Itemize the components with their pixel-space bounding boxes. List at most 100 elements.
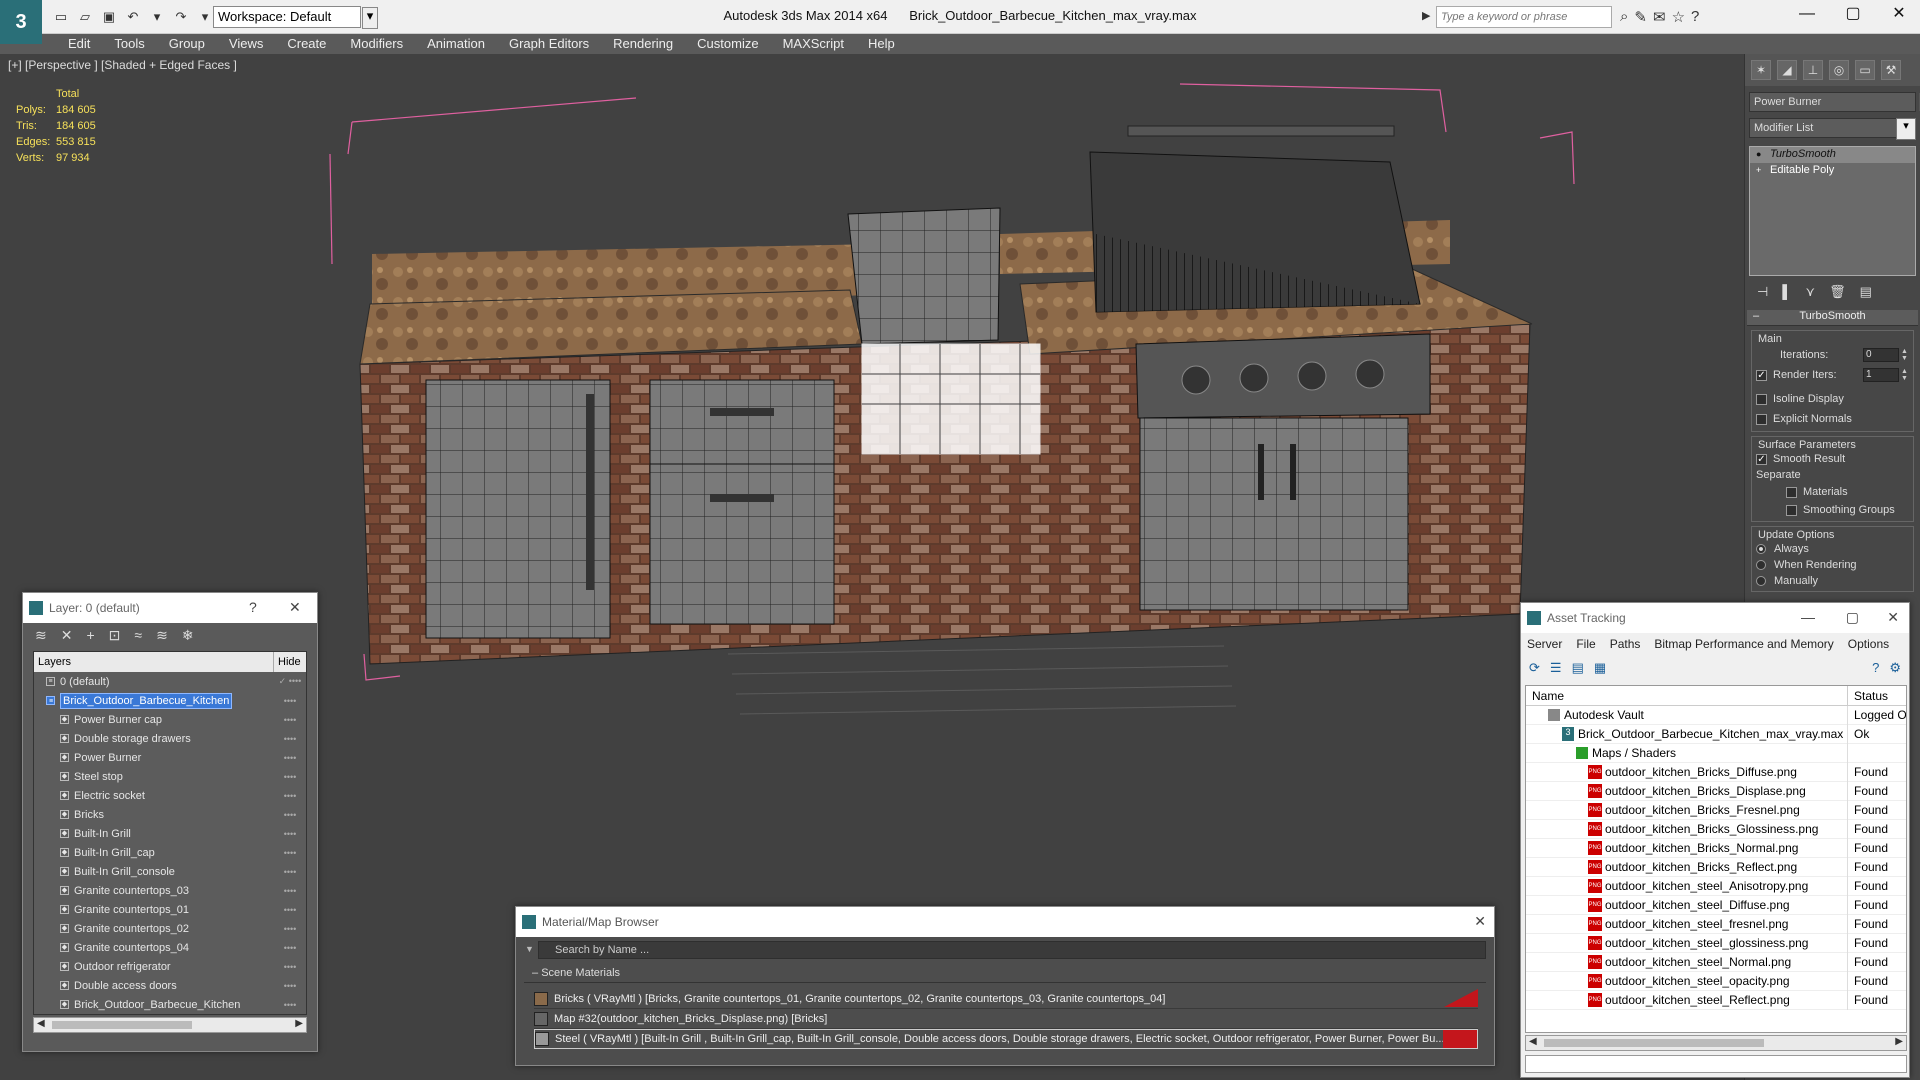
asset-row[interactable]: PNG outdoor_kitchen_steel_Normal.png Found <box>1526 952 1906 972</box>
detail-view-icon[interactable]: ▤ <box>1572 660 1584 678</box>
undo-dropdown-icon[interactable]: ▾ <box>148 8 166 26</box>
asset-settings-icon[interactable]: ⚙ <box>1889 660 1901 678</box>
layer-help-button[interactable]: ? <box>249 599 257 615</box>
redo-dropdown-icon[interactable]: ▾ <box>196 8 214 26</box>
search-input[interactable]: Type a keyword or phrase <box>1436 6 1612 28</box>
hide-toggle[interactable]: •••• <box>274 848 306 858</box>
asset-tracking-titlebar[interactable]: Asset Tracking — ▢ ✕ <box>1521 603 1909 633</box>
app-logo-icon[interactable]: 3 <box>0 0 42 44</box>
hide-column-header[interactable]: Hide <box>274 652 306 672</box>
asset-name-column[interactable]: Name <box>1526 686 1848 705</box>
make-unique-icon[interactable]: ⋎ <box>1806 284 1816 300</box>
workspace-select[interactable]: Workspace: Default <box>213 6 378 29</box>
create-layer-icon[interactable]: ≋ <box>35 627 47 645</box>
material-search-input[interactable]: Search by Name ... <box>525 941 1486 959</box>
hide-toggle[interactable]: •••• <box>274 715 306 725</box>
asset-row-max-file[interactable]: 3 Brick_Outdoor_Barbecue_Kitchen_max_vray… <box>1526 724 1906 744</box>
material-browser-close-button[interactable]: ✕ <box>1474 913 1486 930</box>
asset-row[interactable]: PNG outdoor_kitchen_steel_opacity.png Foun… <box>1526 971 1906 991</box>
freeze-all-icon[interactable]: ❄ <box>182 627 194 645</box>
new-file-icon[interactable]: ▭ <box>52 8 70 26</box>
modify-tab-icon[interactable]: ◢ <box>1777 60 1797 80</box>
menu-animation[interactable]: Animation <box>415 34 497 54</box>
close-icon[interactable]: ✕ <box>1876 0 1920 30</box>
undo-icon[interactable]: ↶ <box>124 8 142 26</box>
asset-menu-paths[interactable]: Paths <box>1610 637 1641 651</box>
menu-modifiers[interactable]: Modifiers <box>338 34 415 54</box>
hide-toggle[interactable]: •••• <box>274 1000 306 1010</box>
save-icon[interactable]: ▣ <box>100 8 118 26</box>
hide-toggle[interactable]: •••• <box>274 696 306 706</box>
layer-row[interactable]: ◆ Built-In Grill_console •••• <box>34 862 306 881</box>
utilities-tab-icon[interactable]: ⚒ <box>1881 60 1901 80</box>
maximize-icon[interactable]: ▢ <box>1830 0 1876 30</box>
layer-row[interactable]: ◆ Outdoor refrigerator •••• <box>34 957 306 976</box>
asset-help-icon[interactable]: ? <box>1872 660 1879 678</box>
pin-stack-icon[interactable]: ⊣ <box>1757 284 1768 300</box>
layer-row[interactable]: ◆ Steel stop •••• <box>34 767 306 786</box>
layer-row[interactable]: ◆ Power Burner cap •••• <box>34 710 306 729</box>
remove-modifier-icon[interactable]: 🗑 <box>1829 284 1846 300</box>
smoothing-groups-checkbox[interactable] <box>1786 504 1797 516</box>
menu-tools[interactable]: Tools <box>102 34 156 54</box>
menu-rendering[interactable]: Rendering <box>601 34 685 54</box>
hide-all-icon[interactable]: ≋ <box>156 627 168 645</box>
menu-maxscript[interactable]: MAXScript <box>771 34 856 54</box>
hide-toggle[interactable]: •••• <box>274 734 306 744</box>
redo-icon[interactable]: ↷ <box>172 8 190 26</box>
table-view-icon[interactable]: ▦ <box>1594 660 1606 678</box>
menu-help[interactable]: Help <box>856 34 907 54</box>
display-tab-icon[interactable]: ▭ <box>1855 60 1875 80</box>
asset-maximize-icon[interactable]: ▢ <box>1846 609 1859 626</box>
layer-row[interactable]: ◆ Power Burner •••• <box>34 748 306 767</box>
layer-scroll-thumb[interactable] <box>52 1021 192 1029</box>
iterations-input[interactable]: 0 <box>1863 348 1899 362</box>
layer-row[interactable]: ◆ Granite countertops_01 •••• <box>34 900 306 919</box>
layer-row[interactable]: ≡ 0 (default) ✓ •••• <box>34 672 306 691</box>
refresh-icon[interactable]: ⟳ <box>1529 660 1540 678</box>
material-row-map32[interactable]: Map #32(outdoor_kitchen_Bricks_Displase.… <box>534 1009 1478 1029</box>
layer-row[interactable]: ◆ Double access doors •••• <box>34 976 306 995</box>
show-end-result-icon[interactable]: ▌ <box>1782 284 1791 300</box>
layer-row[interactable]: ◆ Built-In Grill •••• <box>34 824 306 843</box>
expand-plus-icon[interactable]: + <box>1756 165 1761 175</box>
layers-column-header[interactable]: Layers <box>34 652 274 672</box>
asset-row[interactable]: PNG outdoor_kitchen_Bricks_Diffuse.png Fou… <box>1526 762 1906 782</box>
binoculars-icon[interactable]: ⌕ <box>1620 8 1628 26</box>
list-view-icon[interactable]: ☰ <box>1550 660 1562 678</box>
layer-row[interactable]: ◆ Granite countertops_02 •••• <box>34 919 306 938</box>
hide-toggle[interactable]: •••• <box>274 943 306 953</box>
materials-checkbox[interactable] <box>1786 486 1797 498</box>
layer-horizontal-scrollbar[interactable]: ◀ ▶ <box>33 1017 307 1033</box>
menu-graph-editors[interactable]: Graph Editors <box>497 34 601 54</box>
layer-row[interactable]: ◆ Granite countertops_03 •••• <box>34 881 306 900</box>
asset-row-vault[interactable]: Autodesk Vault Logged O <box>1526 705 1906 725</box>
asset-row[interactable]: PNG outdoor_kitchen_steel_glossiness.png F… <box>1526 933 1906 953</box>
configure-sets-icon[interactable]: ▤ <box>1860 284 1872 300</box>
layer-row[interactable]: ◆ Built-In Grill_cap •••• <box>34 843 306 862</box>
menu-views[interactable]: Views <box>217 34 275 54</box>
scene-materials-group[interactable]: – Scene Materials <box>524 965 1486 983</box>
highlight-layer-icon[interactable]: ≈ <box>134 627 142 645</box>
asset-row[interactable]: PNG outdoor_kitchen_steel_Reflect.png Foun… <box>1526 990 1906 1010</box>
hide-toggle[interactable]: •••• <box>274 924 306 934</box>
select-objects-icon[interactable]: ⊡ <box>109 627 121 645</box>
hide-toggle[interactable]: ✓ •••• <box>274 676 306 687</box>
hide-toggle[interactable]: •••• <box>274 886 306 896</box>
layer-row[interactable]: ≡ Brick_Outdoor_Barbecue_Kitchen •••• <box>34 691 306 710</box>
modifier-list-dropdown[interactable]: Modifier List <box>1749 118 1916 140</box>
smooth-result-checkbox[interactable]: ✓ <box>1756 453 1767 465</box>
hide-toggle[interactable]: •••• <box>274 905 306 915</box>
hide-toggle[interactable]: •••• <box>274 791 306 801</box>
stack-item-editable-poly[interactable]: + Editable Poly <box>1750 163 1915 179</box>
menu-customize[interactable]: Customize <box>685 34 770 54</box>
asset-row[interactable]: PNG outdoor_kitchen_steel_Anisotropy.png F… <box>1526 876 1906 896</box>
scroll-right-icon[interactable]: ▶ <box>295 1018 303 1029</box>
layer-row[interactable]: ◆ Brick_Outdoor_Barbecue_Kitchen •••• <box>34 995 306 1014</box>
create-tab-icon[interactable]: ✶ <box>1751 60 1771 80</box>
asset-row[interactable]: PNG outdoor_kitchen_Bricks_Glossiness.png… <box>1526 819 1906 839</box>
object-name-field[interactable]: Power Burner <box>1749 92 1920 112</box>
asset-scroll-left-icon[interactable]: ◀ <box>1529 1036 1537 1047</box>
communication-icon[interactable]: ✉ <box>1653 8 1666 26</box>
search-expand-icon[interactable]: ▶ <box>1422 9 1430 22</box>
